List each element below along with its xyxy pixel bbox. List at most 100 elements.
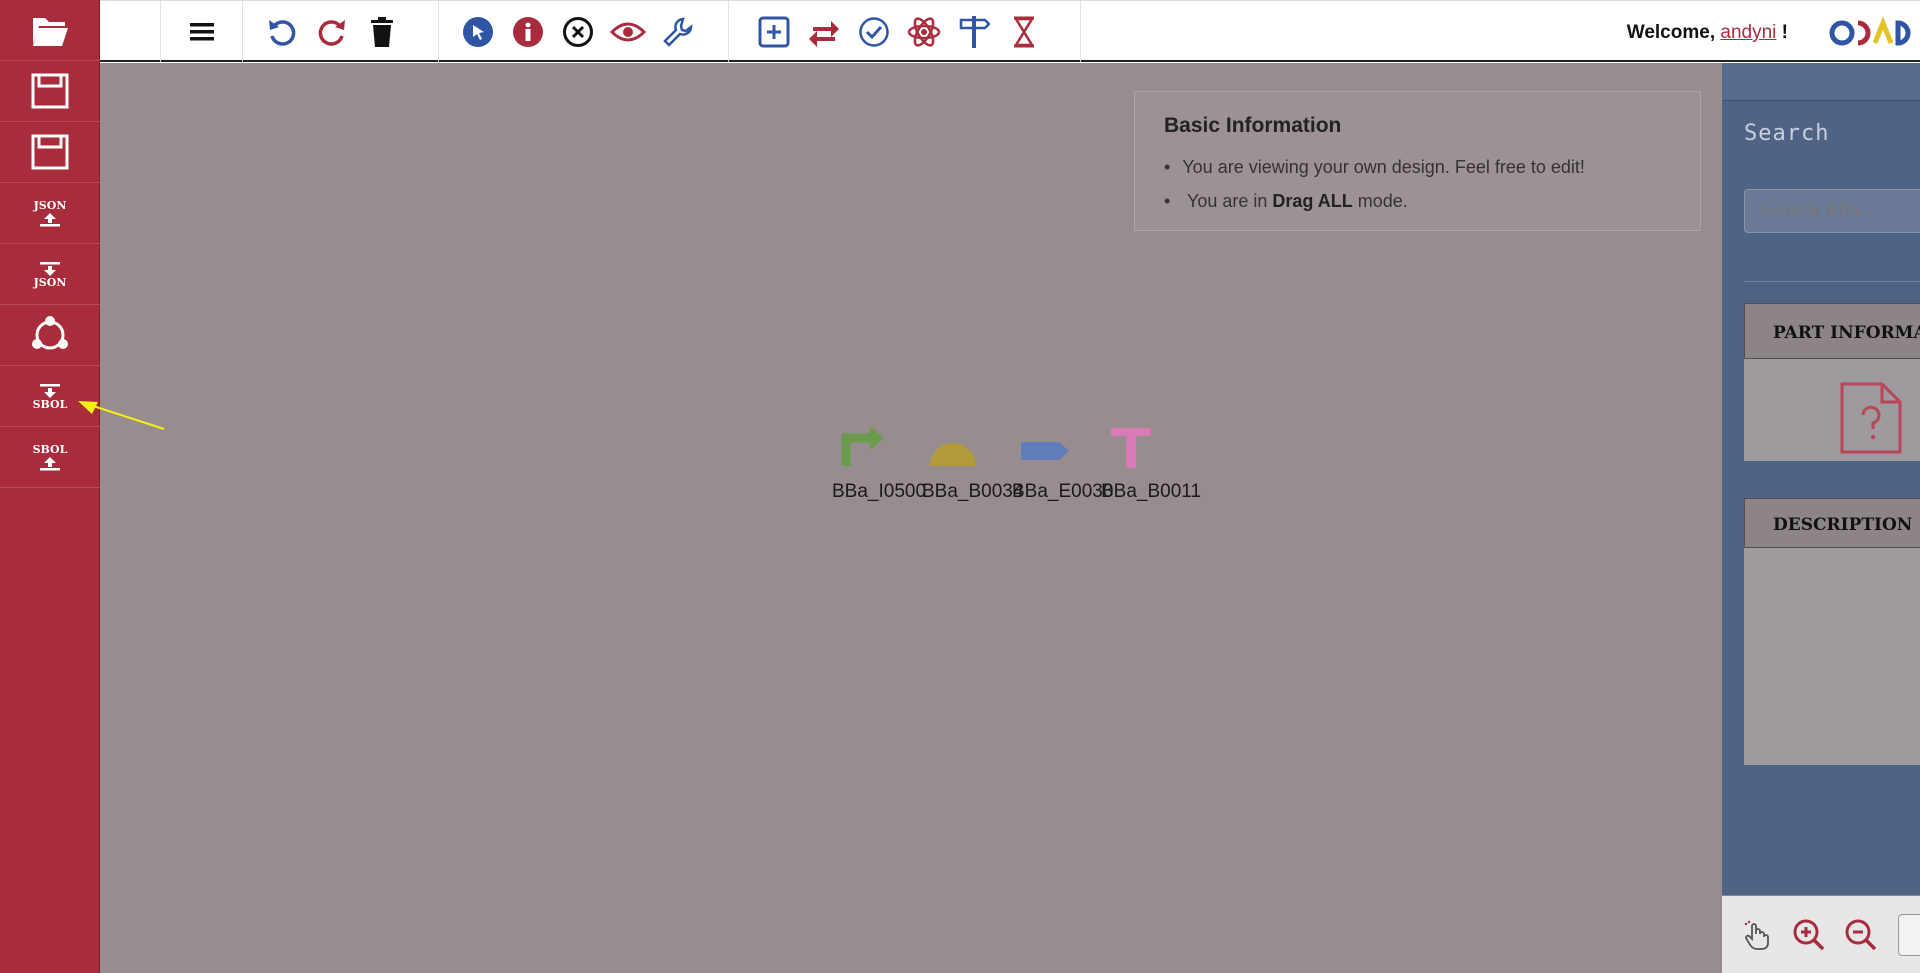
simulate-button[interactable] — [906, 14, 942, 50]
info-line2-suffix: mode. — [1357, 191, 1408, 211]
history-button[interactable] — [1006, 14, 1042, 50]
part-label: BBa_B0034 — [922, 481, 1024, 502]
export-json-button[interactable]: JSON — [0, 183, 100, 244]
right-panel: Search PART INFORMATION DESCRIPTION — [1722, 63, 1920, 973]
info-line1-text: You are viewing your own design. Feel fr… — [1182, 157, 1585, 177]
atom-icon — [907, 17, 941, 47]
save-icon — [31, 73, 69, 109]
check-circle-icon — [859, 17, 889, 47]
search-input[interactable] — [1744, 189, 1920, 233]
import-sbol-label: SBOL — [32, 397, 68, 411]
part-rbs-glyph[interactable] — [925, 424, 995, 470]
top-toolbar: Welcome, andyni ! — [100, 0, 1920, 62]
info-button[interactable] — [510, 14, 546, 50]
redo-icon — [318, 20, 345, 46]
part-information-header[interactable]: PART INFORMATION — [1744, 303, 1920, 359]
menu-button[interactable] — [184, 14, 220, 50]
signpost-icon — [959, 16, 990, 48]
share-button[interactable] — [0, 305, 100, 366]
cursor-pointer-icon — [463, 17, 493, 47]
info-title: Basic Information — [1164, 114, 1342, 137]
pan-mode-button[interactable] — [1738, 916, 1776, 954]
toolbar-divider — [160, 1, 161, 62]
download-icon — [40, 383, 60, 398]
right-panel-tabbar — [1722, 63, 1920, 101]
welcome-suffix: ! — [1781, 22, 1788, 43]
save-button[interactable] — [0, 61, 100, 122]
promoter-arrow-icon — [841, 426, 884, 466]
upload-icon — [40, 456, 60, 470]
delete-button[interactable] — [364, 14, 400, 50]
redo-button[interactable] — [314, 14, 350, 50]
part-cds-glyph[interactable] — [1019, 424, 1089, 470]
part-label: BBa_B0011 — [1101, 481, 1202, 502]
toolbar-divider — [438, 1, 439, 62]
folder-open-icon — [33, 18, 68, 46]
validate-button[interactable] — [856, 14, 892, 50]
view-button[interactable] — [610, 14, 646, 50]
save-as-icon — [31, 134, 69, 170]
app-logo — [1828, 15, 1920, 51]
basic-information-panel: Basic Information You are viewing your o… — [1134, 91, 1701, 231]
zoom-in-icon — [1793, 919, 1825, 951]
swap-button[interactable] — [806, 14, 842, 50]
export-json-label: JSON — [33, 198, 67, 212]
trash-icon — [371, 17, 393, 47]
drag-mode-button[interactable] — [460, 14, 496, 50]
zoom-out-icon — [1845, 919, 1877, 951]
unknown-file-icon — [1840, 382, 1902, 454]
zoom-controls — [1722, 895, 1920, 973]
left-sidebar: JSON JSON SBOL SBOL — [0, 0, 100, 973]
guide-button[interactable] — [956, 14, 992, 50]
zoom-in-button[interactable] — [1790, 916, 1828, 954]
username-link[interactable]: andyni — [1720, 22, 1776, 43]
upload-icon — [40, 212, 60, 226]
info-line2-mode: Drag ALL — [1272, 191, 1353, 211]
swap-arrows-icon — [809, 21, 839, 47]
fit-view-button[interactable] — [1898, 914, 1920, 956]
wrench-icon — [663, 17, 693, 47]
save-as-button[interactable] — [0, 122, 100, 183]
close-circle-icon — [563, 17, 593, 47]
import-json-button[interactable]: JSON — [0, 244, 100, 305]
annotation-arrow-icon — [78, 401, 165, 430]
eye-icon — [610, 22, 646, 42]
export-sbol-label: SBOL — [32, 442, 68, 456]
share-network-icon — [32, 316, 68, 350]
app-root: JSON JSON SBOL SBOL Welcome, andyni ! Ba… — [0, 0, 1920, 973]
part-information-body — [1744, 359, 1920, 461]
remove-button[interactable] — [560, 14, 596, 50]
plus-square-icon — [758, 16, 790, 48]
open-folder-button[interactable] — [0, 0, 100, 61]
cds-arrow-icon — [1021, 442, 1069, 460]
undo-button[interactable] — [264, 14, 300, 50]
info-line2-prefix: You are in — [1187, 191, 1268, 211]
welcome-message: Welcome, andyni ! — [1627, 22, 1788, 44]
info-line-ownership: You are viewing your own design. Feel fr… — [1164, 150, 1671, 184]
part-terminator-glyph[interactable] — [1109, 424, 1179, 470]
description-body — [1744, 548, 1920, 765]
tools-button[interactable] — [660, 14, 696, 50]
hand-pointer-icon — [1744, 920, 1769, 950]
download-icon — [40, 261, 60, 276]
description-header[interactable]: DESCRIPTION — [1744, 498, 1920, 548]
undo-icon — [269, 20, 296, 46]
zoom-out-button[interactable] — [1842, 916, 1880, 954]
hourglass-icon — [1013, 16, 1035, 48]
info-icon — [513, 17, 543, 47]
toolbar-divider — [242, 1, 243, 62]
hamburger-menu-icon — [190, 23, 214, 41]
toolbar-divider — [1080, 1, 1081, 62]
part-label: BBa_I0500 — [832, 481, 927, 502]
export-sbol-button[interactable]: SBOL — [0, 427, 100, 488]
rbs-semicircle-icon — [930, 443, 976, 466]
brand-logo-icon — [1829, 16, 1911, 46]
add-part-button[interactable] — [756, 14, 792, 50]
welcome-prefix: Welcome, — [1626, 22, 1716, 43]
terminator-t-icon — [1111, 428, 1151, 468]
info-line-mode: You are in Drag ALL mode. — [1164, 184, 1671, 218]
divider — [1744, 281, 1920, 282]
toolbar-divider — [728, 1, 729, 62]
info-list: You are viewing your own design. Feel fr… — [1164, 150, 1671, 218]
part-promoter-glyph[interactable] — [838, 424, 908, 470]
